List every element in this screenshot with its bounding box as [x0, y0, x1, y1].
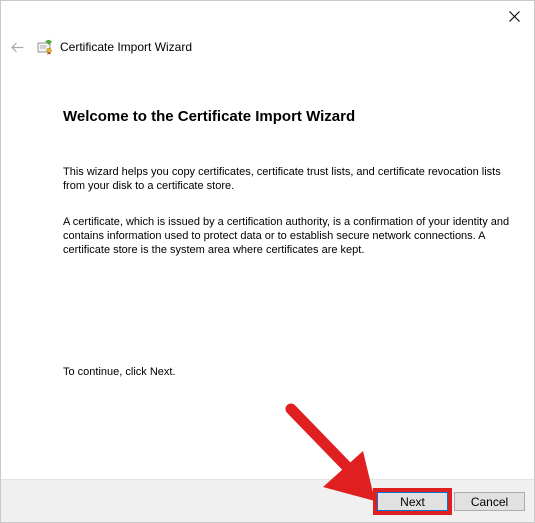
close-icon [508, 10, 520, 22]
wizard-header: Certificate Import Wizard [9, 37, 192, 57]
continue-instruction: To continue, click Next. [63, 366, 176, 378]
wizard-footer: Next Cancel [1, 479, 534, 522]
next-button[interactable]: Next [373, 488, 452, 515]
close-button[interactable] [502, 5, 526, 27]
window-title: Certificate Import Wizard [60, 40, 193, 54]
certificate-description-paragraph: A certificate, which is issued by a cert… [63, 216, 510, 256]
certificate-icon [37, 39, 52, 55]
cancel-button[interactable]: Cancel [454, 492, 525, 511]
page-heading: Welcome to the Certificate Import Wizard [63, 108, 356, 125]
certificate-import-wizard-window: Certificate Import Wizard Welcome to the… [0, 0, 535, 523]
back-arrow-icon [10, 42, 23, 52]
back-button[interactable] [9, 39, 25, 55]
intro-paragraph: This wizard helps you copy certificates,… [63, 166, 501, 192]
